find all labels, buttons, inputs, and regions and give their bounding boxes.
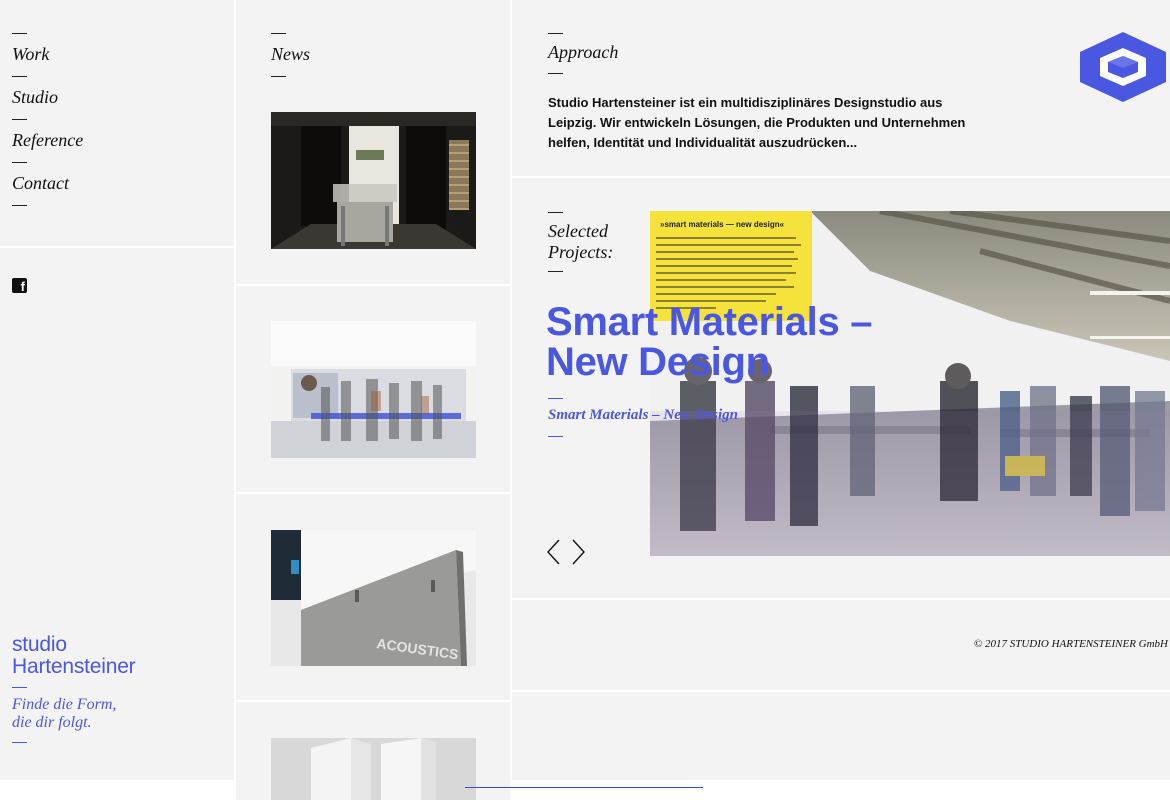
approach-header: Approach [548, 33, 618, 74]
brand-name-line1: studio [12, 633, 67, 656]
divider [12, 687, 27, 688]
bottom-underline [465, 787, 703, 788]
divider [12, 162, 27, 163]
project-title-line2: New Design [546, 340, 770, 384]
project-subtitle-block: Smart Materials – New Design [548, 398, 738, 437]
nav-item-contact[interactable]: Contact [12, 173, 83, 193]
divider [12, 76, 27, 77]
brand-tagline-line1: Finde die Form, [12, 696, 117, 713]
brand-tagline-line2: die dir folgt. [12, 714, 92, 731]
news-thumbnail-acoustics[interactable]: ACOUSTICS [271, 530, 476, 666]
section-divider [512, 598, 1170, 600]
divider [12, 205, 27, 206]
news-title: News [271, 44, 311, 64]
project-title-line1: Smart Materials – [546, 300, 873, 344]
news-header: News [271, 33, 310, 77]
divider [548, 398, 563, 399]
divider [548, 436, 563, 437]
nav-item-reference[interactable]: Reference [12, 130, 83, 150]
section-divider [512, 690, 1170, 692]
approach-title: Approach [548, 42, 619, 62]
nav-item-studio[interactable]: Studio [12, 87, 83, 107]
divider [12, 742, 27, 743]
projects-label-line1: Selected [548, 221, 608, 241]
approach-text: Studio Hartensteiner ist ein multidiszip… [548, 95, 966, 150]
main-nav: Work Studio Reference Contact [12, 33, 83, 206]
section-divider [236, 284, 510, 286]
nav-item-work[interactable]: Work [12, 44, 83, 64]
slider-arrows [546, 538, 590, 573]
facebook-icon[interactable]: f [12, 278, 27, 293]
copyright-text: © 2017 STUDIO HARTENSTEINER GmbH [973, 638, 1168, 650]
projects-label-line2: Projects: [548, 242, 614, 262]
news-column: News ACOUSTICS [236, 0, 510, 800]
divider [548, 212, 563, 213]
main-column: Approach Studio Hartensteiner ist ein mu… [512, 0, 1170, 780]
section-divider [236, 492, 510, 494]
divider [12, 33, 27, 34]
divider [271, 33, 286, 34]
poster-heading: »smart materials — new design« [660, 220, 785, 229]
divider [548, 271, 563, 272]
project-subtitle[interactable]: Smart Materials – New Design [548, 407, 738, 424]
brand-block: studio Hartensteiner Finde die Form, die… [12, 633, 136, 743]
section-divider [236, 700, 510, 702]
news-thumbnail-exhibition[interactable] [271, 112, 476, 249]
divider [548, 33, 563, 34]
brand-name-line2: Hartensteiner [12, 655, 136, 678]
project-title[interactable]: Smart Materials – New Design [546, 302, 946, 382]
chevron-right-icon[interactable] [572, 539, 585, 565]
chevron-left-icon[interactable] [547, 539, 560, 565]
news-thumbnail-crowd[interactable] [271, 321, 476, 458]
section-divider [0, 246, 234, 248]
news-thumbnail-panels[interactable] [271, 738, 476, 800]
nav-column: Work Studio Reference Contact f studio H… [0, 0, 234, 780]
divider [12, 119, 27, 120]
projects-header: Selected Projects: [548, 212, 613, 272]
divider [271, 76, 286, 77]
divider [548, 73, 563, 74]
projects-label: Selected Projects: [548, 221, 613, 263]
section-divider [512, 176, 1170, 178]
studio-logo-icon[interactable] [1078, 32, 1168, 109]
